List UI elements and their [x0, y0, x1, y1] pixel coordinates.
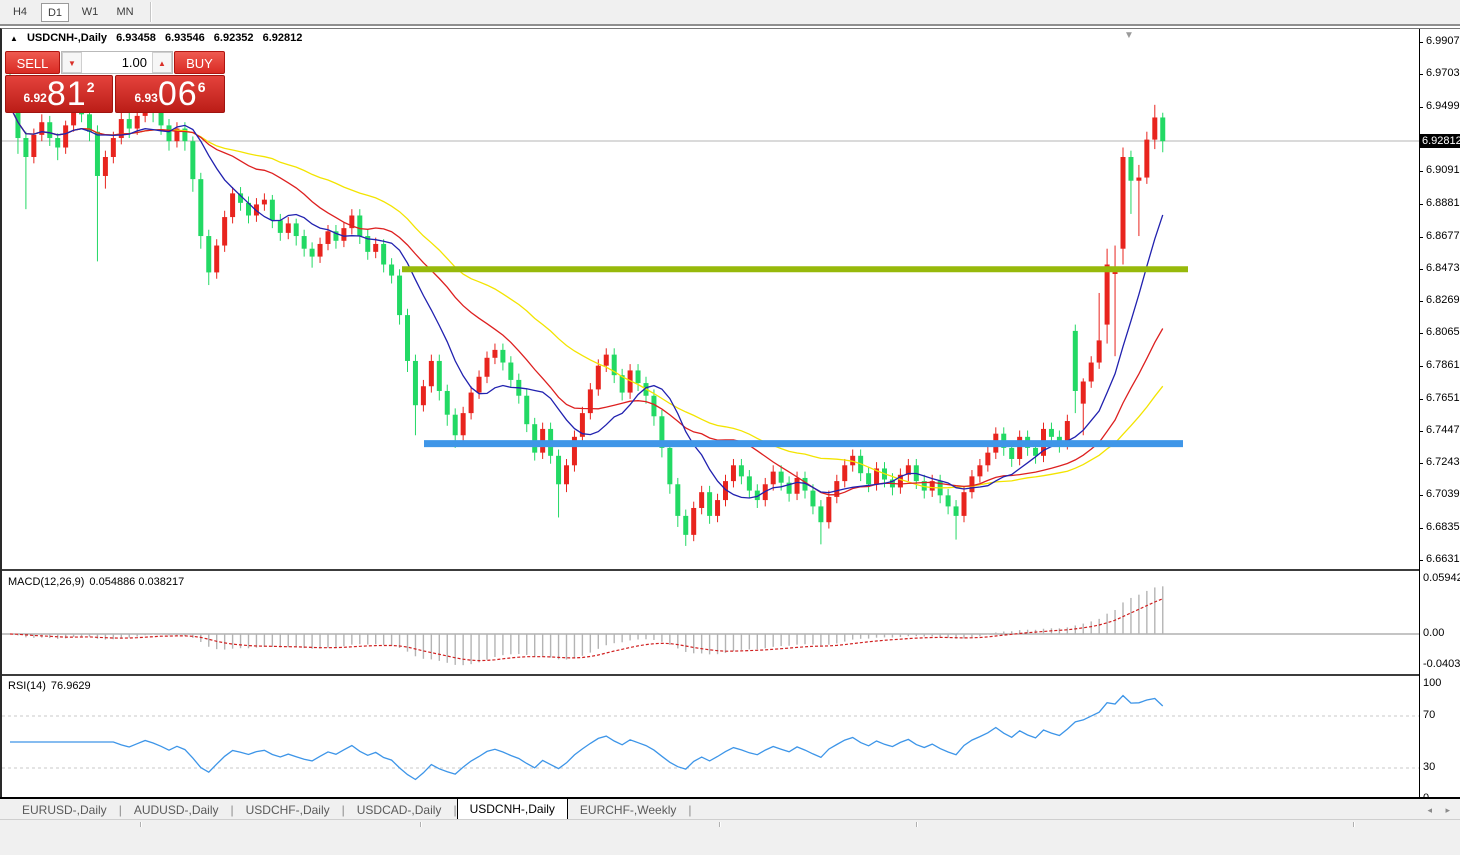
price-tick-label: 6.88810: [1426, 197, 1460, 210]
statusbar-separator: [916, 822, 918, 827]
buy-button[interactable]: BUY: [174, 51, 225, 74]
rsi-axis-label: 30: [1423, 761, 1436, 773]
price-tick-label: 6.90910: [1426, 164, 1460, 177]
sell-price-sup: 2: [86, 79, 95, 95]
macd-axis-label: 0.00: [1423, 627, 1445, 639]
price-tick-label: 6.76510: [1426, 391, 1460, 404]
price-tick-label: 6.80650: [1426, 326, 1460, 339]
volume-increase-button[interactable]: ▲: [152, 52, 172, 73]
volume-box: ▼ 1.00 ▲: [61, 51, 173, 74]
price-tick-label: 6.72430: [1426, 456, 1460, 469]
statusbar-separator: [1353, 822, 1355, 827]
price-tick-mark: [1419, 495, 1423, 497]
tab-usdcad-daily[interactable]: USDCAD-,Daily: [345, 800, 454, 819]
macd-axis-label: -0.040371: [1423, 658, 1460, 670]
buy-price-panel[interactable]: 6.93 06 6: [115, 75, 225, 113]
price-tick-label: 6.68350: [1426, 520, 1460, 533]
price-tick-mark: [1419, 301, 1423, 303]
tabs-scroll-left-icon[interactable]: ◂: [1427, 805, 1432, 816]
buy-price-big: 06: [157, 75, 198, 113]
price-tick-label: 6.82690: [1426, 294, 1460, 307]
symbol-tab-bar: EURUSD-,Daily | AUDUSD-,Daily | USDCHF-,Dail…: [0, 797, 1460, 819]
tab-eurchf-weekly[interactable]: EURCHF-,Weekly: [568, 800, 688, 819]
rsi-axis-label: 100: [1423, 677, 1442, 689]
chart-window[interactable]: ▲ USDCNH-,Daily 6.93458 6.93546 6.92352 …: [0, 28, 1460, 847]
chevron-down-icon: ▼: [68, 59, 76, 68]
price-tick-mark: [1419, 106, 1423, 108]
statusbar-separator: [719, 822, 721, 827]
price-tick-label: 6.86770: [1426, 229, 1460, 242]
timeframe-bar: H4 D1 W1 MN: [6, 2, 146, 22]
panel-separator[interactable]: [2, 674, 1460, 676]
sell-price-big: 81: [46, 75, 87, 113]
tab-eurusd-daily[interactable]: EURUSD-,Daily: [10, 800, 119, 819]
price-tick-mark: [1419, 204, 1423, 206]
macd-plot[interactable]: [2, 573, 1419, 673]
price-tick-mark: [1419, 268, 1423, 270]
price-tick-mark: [1419, 559, 1423, 561]
price-tick-label: 6.99070: [1426, 35, 1460, 48]
one-click-trade-widget: SELL ▼ 1.00 ▲ BUY 6.92 81 2 6.93 06 6: [5, 51, 225, 113]
tabs-scroll-right-icon[interactable]: ▸: [1445, 805, 1450, 816]
timeframe-h4[interactable]: H4: [6, 3, 34, 22]
price-tick-mark: [1419, 171, 1423, 173]
macd-axis-label: 0.059422: [1423, 572, 1460, 584]
buy-price-small: 6.93: [134, 91, 158, 105]
price-tick-label: 6.94990: [1426, 99, 1460, 112]
statusbar-separator: [420, 822, 422, 827]
tab-separator: |: [688, 803, 692, 817]
status-bar: [0, 819, 1460, 855]
price-tick-mark: [1419, 333, 1423, 335]
volume-input[interactable]: 1.00: [82, 52, 152, 73]
price-tick-label: 6.66310: [1426, 552, 1460, 565]
tab-audusd-daily[interactable]: AUDUSD-,Daily: [122, 800, 231, 819]
price-tick-mark: [1419, 463, 1423, 465]
price-tick-mark: [1419, 74, 1423, 76]
price-tick-label: 6.70390: [1426, 488, 1460, 501]
timeframe-mn[interactable]: MN: [111, 3, 139, 22]
price-tick-mark: [1419, 430, 1423, 432]
tab-usdcnh-daily[interactable]: USDCNH-,Daily: [456, 798, 568, 819]
sell-price-small: 6.92: [23, 91, 47, 105]
price-tick-label: 6.74470: [1426, 423, 1460, 436]
tab-usdchf-daily[interactable]: USDCHF-,Daily: [234, 800, 342, 819]
volume-decrease-button[interactable]: ▼: [62, 52, 82, 73]
price-tick-label: 6.84730: [1426, 261, 1460, 274]
rsi-axis-label: 70: [1423, 709, 1436, 721]
timeframe-d1[interactable]: D1: [41, 2, 69, 22]
rsi-plot[interactable]: [2, 677, 1419, 807]
buy-price-sup: 6: [197, 79, 206, 95]
price-tick-label: 6.78610: [1426, 358, 1460, 371]
timeframe-toolbar: H4 D1 W1 MN: [0, 0, 1460, 26]
toolbar-separator: [150, 2, 152, 22]
terminal-window: H4 D1 W1 MN ▲ USDCNH-,Daily 6.93458 6.93546…: [0, 0, 1460, 855]
statusbar-separator: [140, 822, 142, 827]
timeframe-w1[interactable]: W1: [76, 3, 104, 22]
price-tick-mark: [1419, 365, 1423, 367]
price-tick-mark: [1419, 236, 1423, 238]
price-tick-mark: [1419, 42, 1423, 44]
panel-separator[interactable]: [2, 569, 1460, 571]
price-tick-mark: [1419, 527, 1423, 529]
chevron-up-icon: ▲: [158, 59, 166, 68]
price-tick-label: 6.97030: [1426, 67, 1460, 80]
current-price-badge: 6.92812: [1420, 134, 1460, 148]
sell-price-panel[interactable]: 6.92 81 2: [5, 75, 113, 113]
price-tick-mark: [1419, 398, 1423, 400]
sell-button[interactable]: SELL: [5, 51, 60, 74]
